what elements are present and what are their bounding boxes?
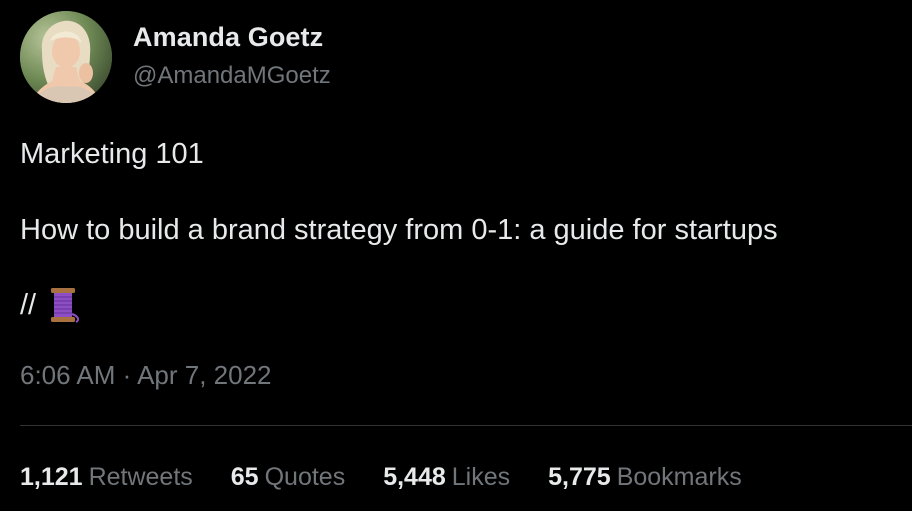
- author-handle[interactable]: @AmandaMGoetz: [133, 60, 331, 92]
- retweets-count: 1,121: [20, 463, 83, 491]
- thread-spool-icon: [46, 286, 82, 324]
- divider: [20, 425, 912, 426]
- bookmarks-count: 5,775: [548, 463, 611, 491]
- author-name[interactable]: Amanda Goetz: [133, 20, 331, 54]
- stat-retweets[interactable]: 1,121 Retweets: [20, 460, 193, 494]
- thread-slashes: //: [20, 289, 37, 321]
- tweet-line-title: Marketing 101: [20, 138, 204, 170]
- tweet-card: Amanda Goetz @AmandaMGoetz Marketing 101…: [0, 0, 912, 511]
- bookmarks-label: Bookmarks: [616, 463, 742, 491]
- quotes-count: 65: [230, 463, 259, 491]
- avatar[interactable]: [20, 11, 112, 103]
- tweet-line-subtitle: How to build a brand strategy from 0-1: …: [20, 214, 778, 246]
- likes-label: Likes: [451, 463, 511, 491]
- stat-quotes[interactable]: 65 Quotes: [231, 460, 345, 494]
- engagement-stats: 1,121 Retweets 65 Quotes 5,448 Likes 5,775 B…: [20, 460, 780, 494]
- avatar-photo: [20, 11, 112, 103]
- stat-likes[interactable]: 5,448 Likes: [383, 460, 510, 494]
- tweet-line-thread: //: [20, 286, 82, 324]
- stat-bookmarks[interactable]: 5,775 Bookmarks: [548, 460, 742, 494]
- tweet-timestamp[interactable]: 6:06 AM · Apr 7, 2022: [20, 358, 272, 392]
- likes-count: 5,448: [383, 463, 446, 491]
- retweets-label: Retweets: [88, 463, 193, 491]
- author-block: Amanda Goetz @AmandaMGoetz: [133, 20, 331, 92]
- quotes-label: Quotes: [264, 463, 346, 491]
